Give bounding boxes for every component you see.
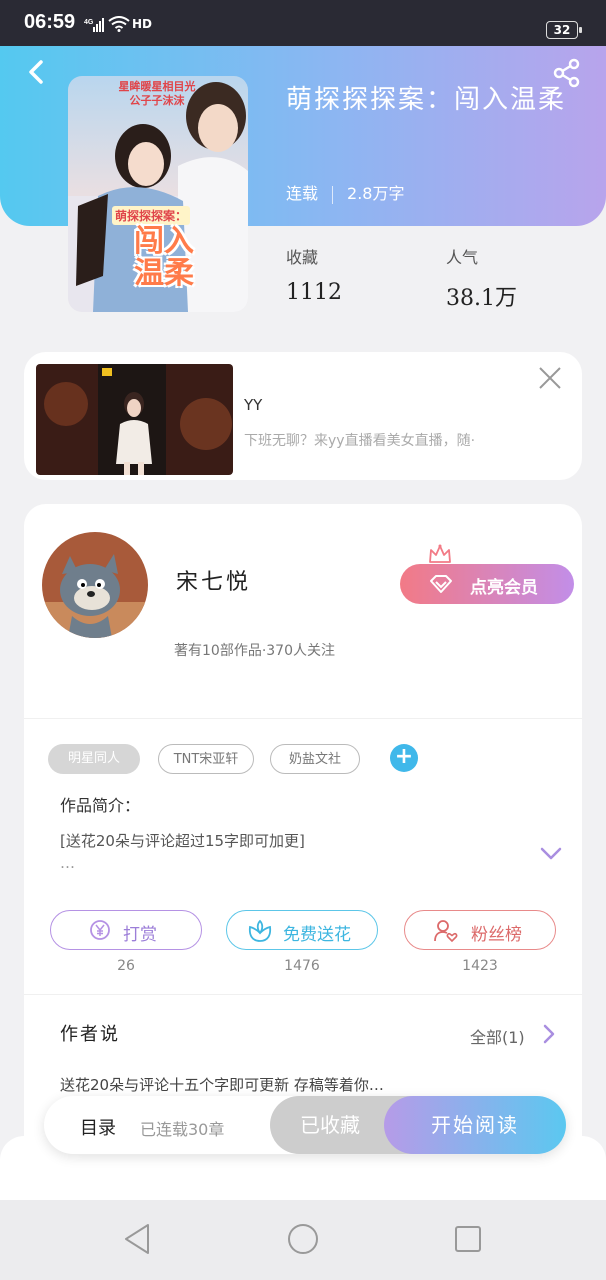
flower-icon xyxy=(247,919,273,948)
start-reading-button[interactable]: 开始阅读 xyxy=(384,1096,566,1154)
yen-icon xyxy=(89,919,111,946)
ad-name: YY xyxy=(244,396,263,414)
intro-label: 作品简介： xyxy=(60,796,141,815)
book-word-count: 2.8万字 xyxy=(347,184,405,203)
ad-image[interactable] xyxy=(36,364,233,475)
status-time: 06:59 xyxy=(24,11,76,33)
reward-count: 26 xyxy=(117,958,135,974)
avatar[interactable] xyxy=(42,532,148,638)
signal-icon: 4G xyxy=(84,17,104,36)
author-says-text: 送花20朵与评论十五个字即可更新 存稿等着你… xyxy=(60,1076,384,1094)
hd-indicator: HD xyxy=(132,17,153,31)
collected-label: 已收藏 xyxy=(300,1113,360,1137)
intro-text: [送花20朵与评论超过15字即可加更] xyxy=(60,832,305,850)
vip-button-label: 点亮会员 xyxy=(470,578,538,598)
popularity-label: 人气 xyxy=(446,248,479,267)
fans-rank-label: 粉丝榜 xyxy=(471,925,522,945)
cover-badge-text: 萌探探探案： xyxy=(112,206,191,225)
reward-label: 打赏 xyxy=(123,925,157,945)
home-circle-icon[interactable] xyxy=(286,1222,320,1260)
author-card: 宋七悦 点亮会员 著有10部作品·370人关注 明星同人 TNT宋亚轩 奶盐文社… xyxy=(24,504,582,1184)
add-tag-button[interactable]: + xyxy=(390,744,418,772)
diamond-icon xyxy=(428,574,454,599)
popularity-value: 38.1万 xyxy=(446,286,517,311)
send-flower-label: 免费送花 xyxy=(283,925,351,945)
svg-text:4G: 4G xyxy=(84,19,94,26)
author-says-all-link[interactable]: 全部(1) xyxy=(470,1024,525,1048)
intro-ellipsis: … xyxy=(60,854,75,872)
chevron-left-icon[interactable] xyxy=(22,58,52,88)
recents-square-icon[interactable] xyxy=(454,1225,482,1257)
popularity-stat: 人气 38.1万 xyxy=(446,244,517,312)
divider xyxy=(24,994,582,995)
author-says-label: 作者说 xyxy=(60,1024,120,1045)
wifi-icon xyxy=(108,16,130,36)
tag-star-fanfic[interactable]: 明星同人 xyxy=(48,744,140,774)
cover-top-text: 星眸暖星相目光 公子子沫沫 xyxy=(118,80,196,107)
toc-button[interactable]: 目录 xyxy=(80,1114,116,1140)
meta-separator xyxy=(332,185,334,204)
toc-chapter-count[interactable]: 已连载30章 xyxy=(140,1116,224,1140)
close-icon[interactable] xyxy=(538,366,562,390)
favorites-value: 1112 xyxy=(286,280,342,305)
vip-button[interactable]: 点亮会员 xyxy=(400,564,574,604)
navigation-bar xyxy=(0,1200,606,1280)
book-title: 萌探探探案：闯入温柔 xyxy=(286,85,567,115)
ad-banner[interactable]: YY 下班无聊？来yy直播看美女直播，随· xyxy=(24,352,582,480)
user-heart-icon xyxy=(433,919,459,948)
tag-tnt[interactable]: TNT宋亚轩 xyxy=(158,744,254,774)
send-flower-button[interactable]: 免费送花 xyxy=(226,910,378,950)
bottom-action-bar: 目录 已连载30章 已收藏 开始阅读 xyxy=(44,1096,566,1154)
status-bar: 06:59 4G HD 32 xyxy=(0,0,606,46)
divider xyxy=(24,718,582,719)
reward-button[interactable]: 打赏 xyxy=(50,910,202,950)
favorites-label: 收藏 xyxy=(286,248,319,267)
book-status: 连载 xyxy=(286,184,319,203)
battery-icon: 32 xyxy=(546,21,582,39)
chevron-right-icon[interactable] xyxy=(542,1024,556,1048)
cover-main-text: 闯入 温柔 xyxy=(134,224,194,291)
fans-count: 1423 xyxy=(462,958,498,974)
author-stats: 著有10部作品·370人关注 xyxy=(174,643,335,659)
tag-studio[interactable]: 奶盐文社 xyxy=(270,744,360,774)
back-triangle-icon[interactable] xyxy=(122,1222,152,1260)
book-meta: 连载 2.8万字 xyxy=(286,180,404,204)
fans-rank-button[interactable]: 粉丝榜 xyxy=(404,910,556,950)
flower-count: 1476 xyxy=(284,958,320,974)
chevron-down-icon[interactable] xyxy=(540,846,562,865)
favorites-stat: 收藏 1112 xyxy=(286,244,342,305)
ad-description: 下班无聊？来yy直播看美女直播，随· xyxy=(244,433,476,449)
book-cover[interactable]: 星眸暖星相目光 公子子沫沫 萌探探探案： 闯入 温柔 xyxy=(68,76,248,312)
author-name: 宋七悦 xyxy=(176,570,252,595)
